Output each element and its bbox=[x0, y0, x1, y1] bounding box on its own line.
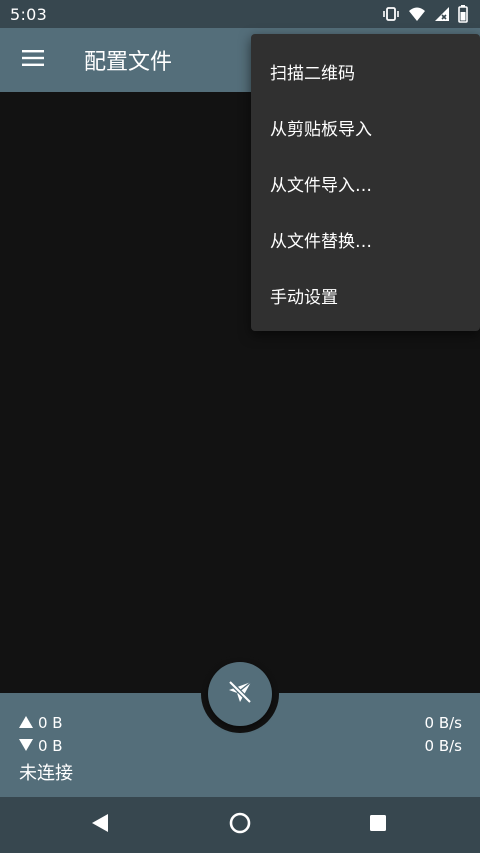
signal-no-data-icon bbox=[434, 6, 450, 22]
connection-status: 未连接 bbox=[19, 763, 73, 784]
home-icon bbox=[229, 812, 251, 838]
overflow-menu: 扫描二维码 从剪贴板导入 从文件导入… 从文件替换… 手动设置 bbox=[251, 34, 480, 331]
status-time: 5:03 bbox=[10, 4, 48, 24]
recents-button[interactable] bbox=[364, 811, 392, 839]
upload-total: 0 B bbox=[19, 714, 63, 732]
recents-icon bbox=[369, 814, 387, 836]
back-icon bbox=[91, 813, 109, 837]
hamburger-menu-button[interactable] bbox=[0, 28, 66, 92]
connect-fab[interactable] bbox=[208, 662, 272, 726]
download-total-value: 0 B bbox=[38, 737, 63, 755]
download-rate: 0 B/s bbox=[424, 737, 462, 755]
home-button[interactable] bbox=[226, 811, 254, 839]
wifi-icon bbox=[408, 6, 426, 22]
menu-item-scan-qr[interactable]: 扫描二维码 bbox=[251, 43, 480, 99]
hamburger-menu-icon bbox=[22, 50, 44, 70]
system-nav-bar bbox=[0, 797, 480, 853]
battery-icon bbox=[458, 5, 468, 23]
back-button[interactable] bbox=[86, 811, 114, 839]
download-total: 0 B bbox=[19, 737, 63, 755]
menu-item-import-clipboard[interactable]: 从剪贴板导入 bbox=[251, 99, 480, 155]
menu-item-import-file[interactable]: 从文件导入… bbox=[251, 155, 480, 211]
vibrate-icon bbox=[382, 6, 400, 22]
paper-plane-off-icon bbox=[226, 678, 254, 710]
upload-triangle-icon bbox=[19, 714, 33, 732]
menu-item-manual-setup[interactable]: 手动设置 bbox=[251, 267, 480, 323]
download-triangle-icon bbox=[19, 737, 33, 755]
menu-item-replace-file[interactable]: 从文件替换… bbox=[251, 211, 480, 267]
upload-total-value: 0 B bbox=[38, 714, 63, 732]
status-bar: 5:03 bbox=[0, 0, 480, 28]
upload-rate: 0 B/s bbox=[424, 714, 462, 732]
status-icons bbox=[382, 5, 468, 23]
page-title: 配置文件 bbox=[84, 50, 173, 75]
